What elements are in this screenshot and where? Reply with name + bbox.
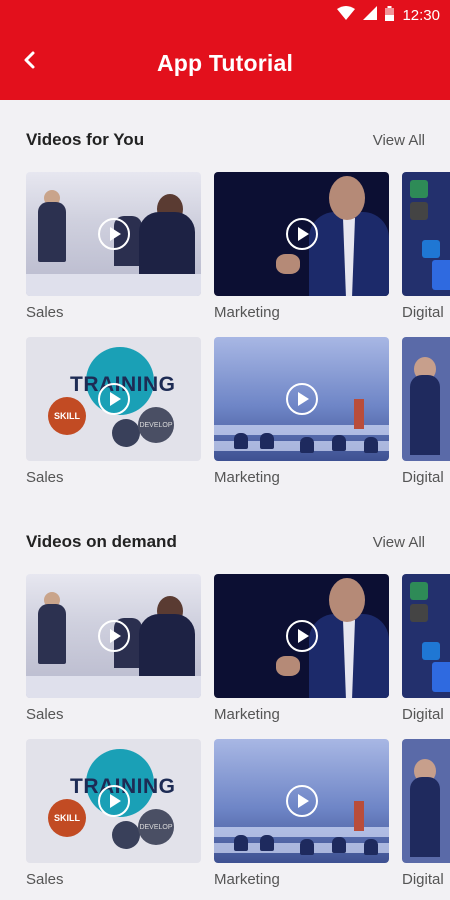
video-label: Digital [402,871,444,888]
video-card[interactable]: Sales [26,574,201,739]
video-thumbnail[interactable] [214,172,389,296]
play-icon[interactable] [285,785,318,817]
video-card[interactable]: Digital [402,574,450,739]
play-icon[interactable] [285,620,318,652]
video-card[interactable]: TRAINING SKILL DEVELOP Sales [26,739,201,900]
back-button[interactable] [22,48,52,78]
thumbnail-text: SKILL [48,799,86,837]
video-card[interactable]: Digital [402,337,450,502]
video-thumbnail[interactable] [214,739,389,863]
play-icon[interactable] [285,383,318,415]
video-label: Digital [402,706,444,723]
view-all-link[interactable]: View All [373,132,425,149]
video-label: Marketing [214,706,280,723]
video-thumbnail[interactable] [402,172,450,296]
section-header: Videos on demand View All [26,510,450,574]
video-row: TRAINING SKILL DEVELOP Sales Marketing D… [26,739,450,900]
battery-icon [385,5,395,25]
thumbnail-text: DEVELOP [138,809,174,845]
video-label: Sales [26,706,64,723]
video-label: Sales [26,871,64,888]
play-icon[interactable] [97,383,130,415]
chevron-left-icon [24,51,35,69]
play-icon[interactable] [97,620,130,652]
play-icon[interactable] [97,785,130,817]
video-card[interactable]: Marketing [214,172,389,337]
video-thumbnail[interactable]: TRAINING SKILL DEVELOP [26,739,201,863]
video-card[interactable]: Marketing [214,739,389,900]
video-row: Sales Marketing Digital [26,574,450,739]
video-thumbnail[interactable] [214,574,389,698]
status-time: 12:30 [402,6,440,24]
section-title: Videos on demand [26,532,177,551]
video-card[interactable]: Sales [26,172,201,337]
video-card[interactable]: Marketing [214,574,389,739]
video-label: Digital [402,469,444,486]
video-label: Sales [26,304,64,321]
video-card[interactable]: Digital [402,172,450,337]
thumbnail-text: SKILL [48,397,86,435]
wifi-icon [337,6,356,24]
video-thumbnail[interactable] [402,739,450,863]
video-card[interactable]: Marketing [214,337,389,502]
video-thumbnail[interactable]: TRAINING SKILL DEVELOP [26,337,201,461]
section-header: Videos for You View All [26,108,450,172]
status-bar: 12:30 [0,0,450,30]
video-label: Marketing [214,304,280,321]
signal-icon [363,6,378,24]
video-card[interactable]: Digital [402,739,450,900]
video-label: Sales [26,469,64,486]
app-bar: App Tutorial [0,30,450,100]
play-icon[interactable] [285,218,318,250]
section-videos-on-demand: Videos on demand View All Sales Marketin… [0,502,450,900]
video-row: TRAINING SKILL DEVELOP Sales Marketing D… [26,337,450,502]
video-thumbnail[interactable] [214,337,389,461]
video-label: Marketing [214,469,280,486]
video-label: Marketing [214,871,280,888]
video-thumbnail[interactable] [402,337,450,461]
section-videos-for-you: Videos for You View All Sales Marketing [0,100,450,502]
page-title: App Tutorial [156,49,294,76]
video-thumbnail[interactable] [26,172,201,296]
play-icon[interactable] [97,218,130,250]
video-thumbnail[interactable] [402,574,450,698]
thumbnail-text: DEVELOP [138,407,174,443]
view-all-link[interactable]: View All [373,534,425,551]
video-card[interactable]: TRAINING SKILL DEVELOP Sales [26,337,201,502]
video-row: Sales Marketing Digital [26,172,450,337]
video-label: Digital [402,304,444,321]
video-thumbnail[interactable] [26,574,201,698]
section-title: Videos for You [26,130,145,149]
